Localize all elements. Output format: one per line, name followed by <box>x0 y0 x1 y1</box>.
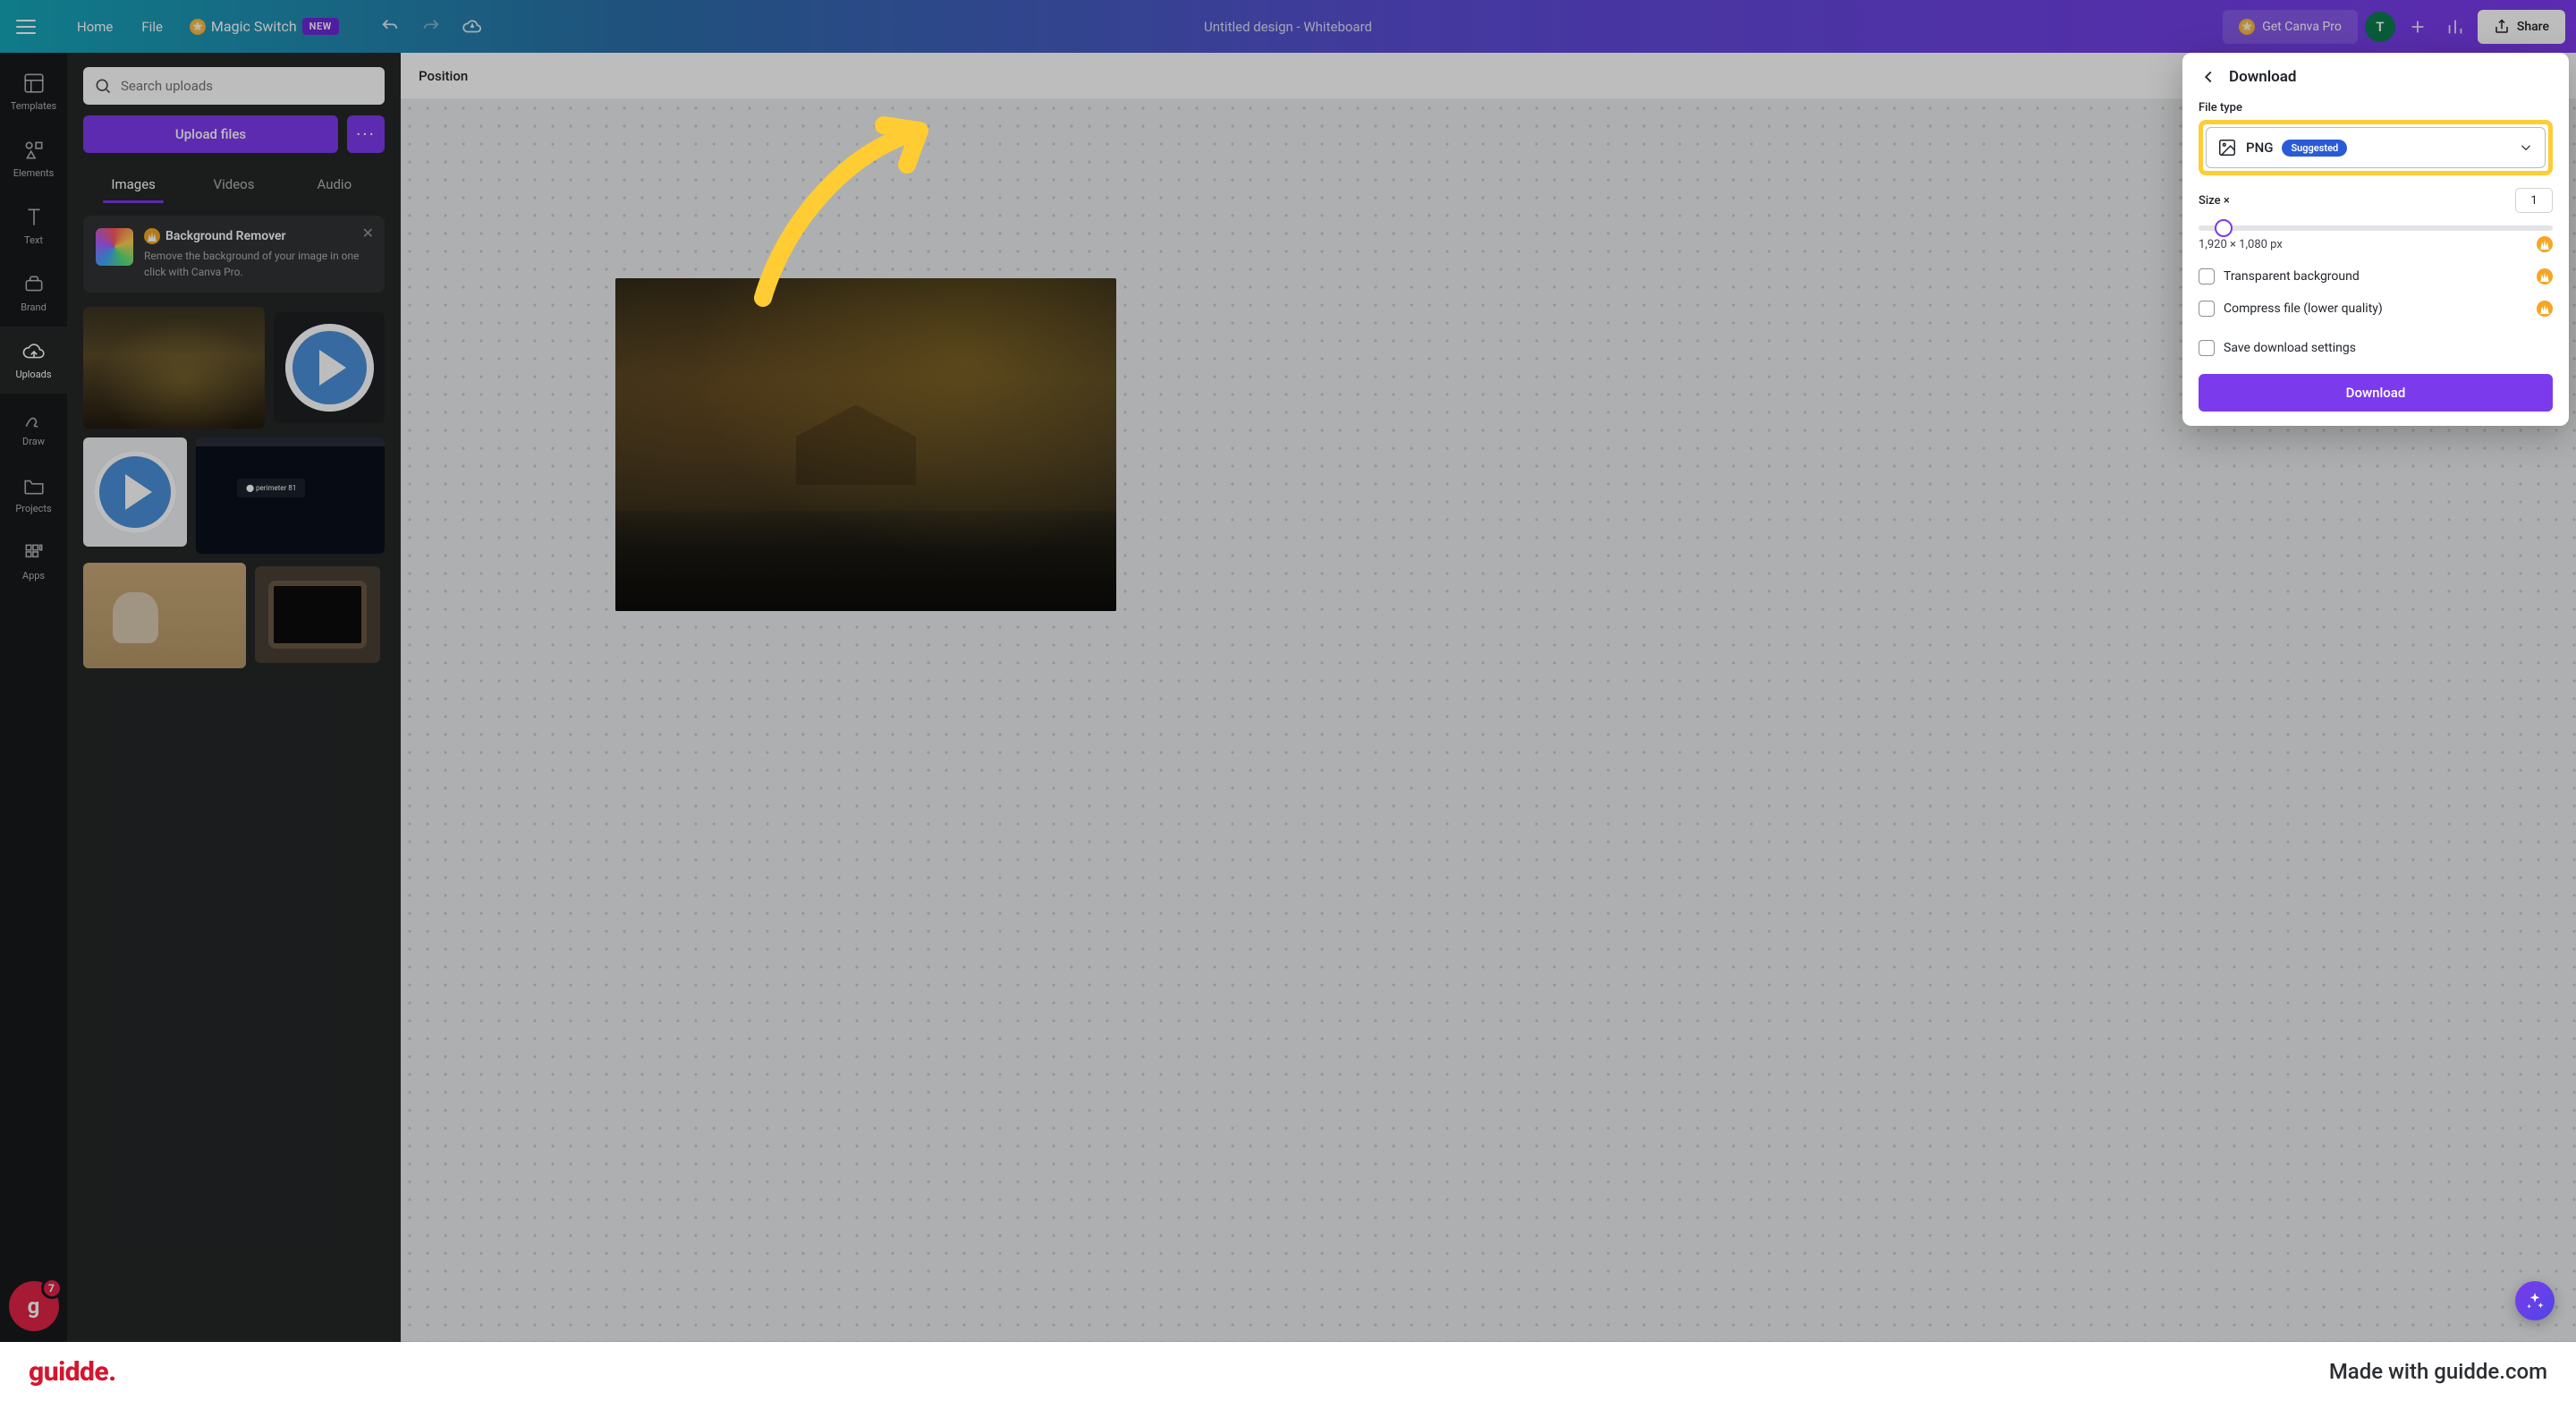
magic-label: Magic Switch <box>211 18 297 35</box>
search-uploads-input[interactable] <box>83 67 385 105</box>
rail-projects-label: Projects <box>15 503 51 514</box>
upload-thumb[interactable] <box>255 566 380 663</box>
dimensions-text: 1,920 × 1,080 px <box>2199 238 2283 251</box>
download-title: Download <box>2229 68 2296 86</box>
rail-uploads[interactable]: Uploads <box>0 327 67 394</box>
upload-thumb[interactable] <box>274 312 385 423</box>
bg-remove-title: Background Remover <box>165 229 286 243</box>
upload-thumb[interactable] <box>83 437 187 547</box>
insights-icon[interactable] <box>2440 12 2470 42</box>
save-settings-label: Save download settings <box>2224 341 2356 355</box>
image-icon <box>2217 138 2237 157</box>
rail-brand-label: Brand <box>21 301 47 313</box>
rail-apps[interactable]: Apps <box>0 528 67 595</box>
play-icon <box>285 324 374 412</box>
rail-draw-label: Draw <box>22 436 45 447</box>
crown-icon <box>2537 301 2553 317</box>
upload-more-button[interactable]: ··· <box>347 115 385 153</box>
rail-templates[interactable]: Templates <box>0 58 67 125</box>
rail-apps-label: Apps <box>22 570 45 582</box>
rail-brand[interactable]: Brand <box>0 259 67 327</box>
ai-assist-button[interactable] <box>2515 1281 2555 1320</box>
crown-icon <box>144 228 160 244</box>
side-rail: Templates Elements Text Brand Uploads Dr… <box>0 53 67 1342</box>
filetype-select[interactable]: PNG Suggested <box>2206 127 2546 168</box>
size-label: Size × <box>2199 194 2230 208</box>
document-title[interactable]: Untitled design - Whiteboard <box>1204 19 1372 35</box>
notification-badge: 7 <box>41 1278 63 1299</box>
upload-thumbnails <box>83 307 385 668</box>
redo-icon[interactable] <box>411 6 452 47</box>
close-icon[interactable]: ✕ <box>362 225 374 242</box>
canvas-image[interactable] <box>615 278 1116 611</box>
add-user-icon[interactable] <box>2402 12 2433 42</box>
crown-icon <box>2537 268 2553 284</box>
compress-label: Compress file (lower quality) <box>2224 301 2383 316</box>
user-avatar[interactable]: T <box>2365 12 2395 42</box>
crown-icon <box>2537 236 2553 252</box>
upload-thumb[interactable] <box>196 437 385 554</box>
chevron-down-icon <box>2518 140 2534 156</box>
rail-draw[interactable]: Draw <box>0 394 67 461</box>
share-button[interactable]: Share <box>2478 10 2565 44</box>
search-icon <box>94 77 112 95</box>
save-settings-checkbox[interactable] <box>2199 340 2215 356</box>
rail-profile-avatar[interactable]: g7 <box>9 1281 59 1331</box>
menu-magic-switch[interactable]: Magic Switch NEW <box>177 11 352 42</box>
play-icon <box>94 451 177 534</box>
upload-thumb[interactable] <box>83 307 265 429</box>
rail-uploads-label: Uploads <box>15 369 51 380</box>
get-pro-button[interactable]: Get Canva Pro <box>2223 10 2358 44</box>
rail-elements-label: Elements <box>13 167 55 179</box>
highlight-annotation: PNG Suggested <box>2199 120 2553 175</box>
suggested-badge: Suggested <box>2282 140 2347 157</box>
rail-text[interactable]: Text <box>0 192 67 259</box>
compress-checkbox[interactable] <box>2199 301 2215 317</box>
size-slider[interactable] <box>2199 225 2553 231</box>
transparent-checkbox[interactable] <box>2199 268 2215 284</box>
back-icon[interactable] <box>2199 67 2218 87</box>
guidde-logo: guidde. <box>29 1356 116 1388</box>
search-field[interactable] <box>121 78 374 94</box>
rail-elements[interactable]: Elements <box>0 125 67 192</box>
hamburger-icon[interactable] <box>11 12 41 42</box>
tab-images[interactable]: Images <box>83 167 183 201</box>
undo-icon[interactable] <box>369 6 411 47</box>
cloud-sync-icon[interactable] <box>452 6 493 47</box>
get-pro-label: Get Canva Pro <box>2262 20 2342 34</box>
tab-audio[interactable]: Audio <box>284 167 385 201</box>
download-button[interactable]: Download <box>2199 374 2553 412</box>
crown-icon <box>2239 19 2255 35</box>
filetype-label: File type <box>2199 101 2553 115</box>
new-badge: NEW <box>302 18 339 35</box>
color-wheel-icon <box>96 228 133 266</box>
menu-home[interactable]: Home <box>63 12 127 42</box>
download-panel: Download File type PNG Suggested Size × … <box>2182 53 2569 426</box>
menu-file[interactable]: File <box>127 12 177 42</box>
position-button[interactable]: Position <box>419 68 468 84</box>
filetype-value: PNG <box>2246 140 2273 156</box>
uploads-tabs: Images Videos Audio <box>83 167 385 201</box>
upload-files-button[interactable]: Upload files <box>83 115 338 153</box>
bg-remove-desc: Remove the background of your image in o… <box>144 248 370 280</box>
background-remover-promo[interactable]: ✕ Background Remover Remove the backgrou… <box>83 216 385 293</box>
rail-templates-label: Templates <box>11 100 56 112</box>
uploads-panel: Upload files ··· Images Videos Audio ✕ B… <box>67 53 401 1342</box>
made-with-text: Made with guidde.com <box>2329 1359 2547 1384</box>
top-bar: Home File Magic Switch NEW Untitled desi… <box>0 0 2576 53</box>
rail-text-label: Text <box>24 234 43 246</box>
rail-projects[interactable]: Projects <box>0 461 67 528</box>
guidde-footer: guidde. Made with guidde.com <box>0 1342 2576 1401</box>
size-multiplier-input[interactable]: 1 <box>2515 188 2553 213</box>
upload-thumb[interactable] <box>83 563 246 668</box>
transparent-label: Transparent background <box>2224 269 2360 284</box>
tab-videos[interactable]: Videos <box>183 167 284 201</box>
share-label: Share <box>2517 20 2549 34</box>
crown-icon <box>190 19 206 35</box>
